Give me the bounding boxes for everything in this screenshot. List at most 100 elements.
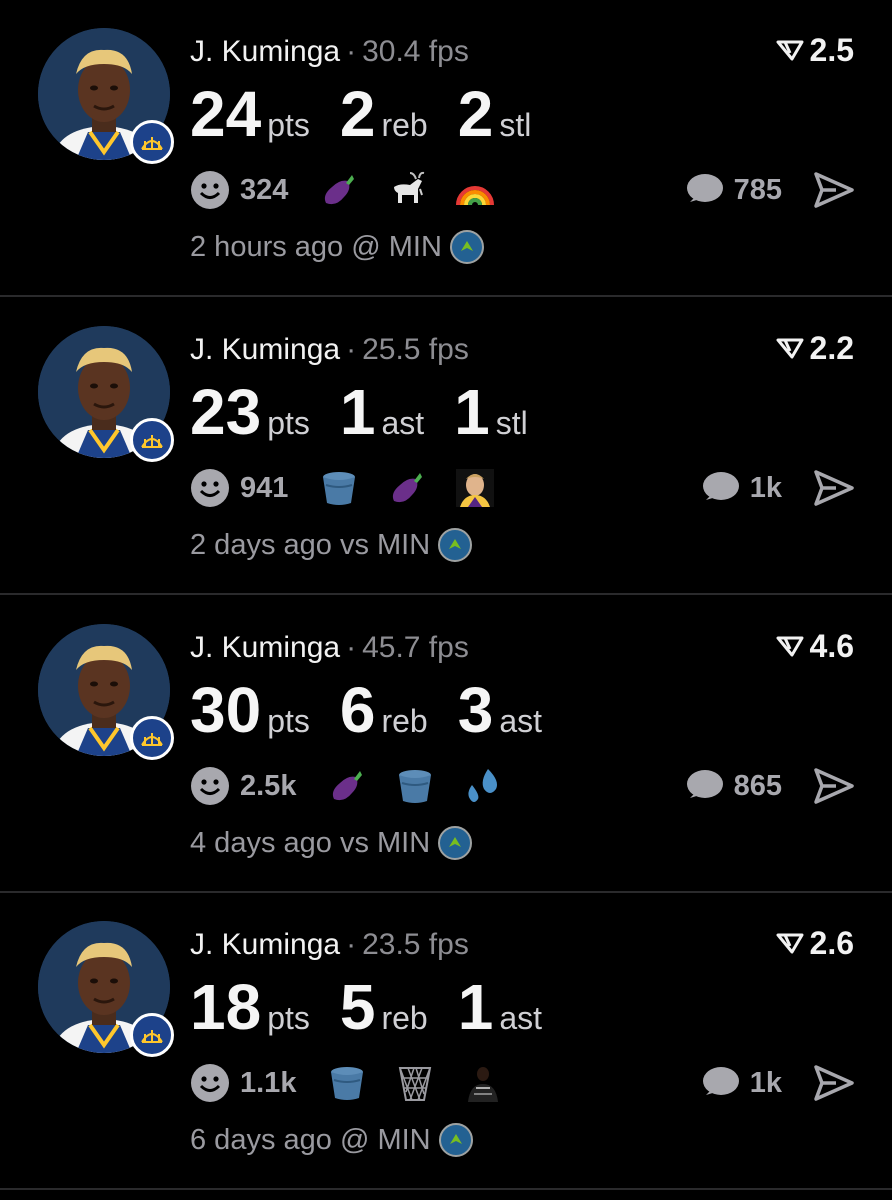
rating-filter-icon [776, 933, 804, 954]
game-time: 6 days ago @ MIN [190, 1123, 431, 1156]
comments-button[interactable]: 1k [700, 464, 782, 512]
share-send-icon[interactable] [812, 466, 856, 510]
rating[interactable]: 2.6 [776, 923, 854, 963]
stat-value: 24 [190, 78, 262, 150]
player-avatar[interactable] [38, 921, 174, 1057]
rating[interactable]: 2.2 [776, 328, 854, 368]
player-avatar[interactable] [38, 624, 174, 760]
post-header: J. Kuminga · 25.5 fps [190, 330, 469, 370]
team-badge-icon [130, 418, 174, 462]
opponent-logo-icon [438, 528, 473, 562]
smiley-icon[interactable] [190, 1063, 230, 1103]
stat-unit: ast [499, 703, 542, 739]
eggplant-icon[interactable] [326, 765, 368, 807]
post-header: J. Kuminga · 45.7 fps [190, 628, 469, 668]
team-badge-icon [130, 1013, 174, 1057]
stat-unit: stl [495, 405, 528, 441]
goat-icon[interactable] [386, 169, 428, 211]
comment-bubble-icon [702, 1067, 739, 1095]
player-face-icon[interactable] [454, 467, 496, 509]
share-send-icon[interactable] [812, 764, 856, 808]
stat-unit: pts [267, 1000, 310, 1036]
stat-unit: pts [267, 703, 310, 739]
bucket-icon[interactable] [394, 765, 436, 807]
comment-count: 1k [749, 1066, 782, 1099]
game-time: 4 days ago vs MIN [190, 826, 431, 859]
player-name[interactable]: J. Kuminga [190, 333, 340, 366]
smiley-icon[interactable] [190, 766, 230, 806]
post-card[interactable]: J. Kuminga · 23.5 fps 2.6 18 pts 5 reb 1 ast … [0, 893, 892, 1190]
stat-value: 30 [190, 674, 262, 746]
post-card[interactable]: J. Kuminga · 45.7 fps 4.6 30 pts 6 reb 3 ast … [0, 596, 892, 893]
stat-value: 6 [339, 674, 376, 746]
rainbow-icon[interactable] [454, 169, 496, 211]
game-meta: 2 days ago vs MIN [190, 528, 473, 562]
rating-filter-icon [776, 40, 804, 61]
stat-line: 30 pts 6 reb 3 ast [190, 674, 572, 746]
comment-bubble-icon [686, 174, 723, 202]
player-avatar[interactable] [38, 326, 174, 462]
stat-unit: reb [381, 1000, 428, 1036]
stat-unit: reb [381, 703, 428, 739]
smiley-icon[interactable] [190, 468, 230, 508]
opponent-logo-icon [438, 1123, 473, 1157]
comments-button[interactable]: 1k [700, 1059, 782, 1107]
comment-count: 785 [733, 173, 782, 206]
reaction-count: 2.5k [240, 769, 297, 802]
stat-value: 1 [457, 971, 494, 1043]
reaction-count: 941 [240, 471, 289, 504]
rating-filter-icon [776, 636, 804, 657]
post-card[interactable]: J. Kuminga · 25.5 fps 2.2 23 pts 1 ast 1 stl … [0, 298, 892, 595]
game-meta: 2 hours ago @ MIN [190, 230, 484, 264]
share-send-icon[interactable] [812, 168, 856, 212]
stat-value: 3 [457, 674, 494, 746]
player-name[interactable]: J. Kuminga [190, 631, 340, 664]
stat-value: 5 [339, 971, 376, 1043]
player-avatar[interactable] [38, 28, 174, 164]
eggplant-icon[interactable] [318, 169, 360, 211]
comments-button[interactable]: 865 [684, 762, 782, 810]
reaction-row: 1.1k [190, 1059, 530, 1107]
post-header: J. Kuminga · 23.5 fps [190, 925, 469, 965]
reaction-count: 1.1k [240, 1066, 297, 1099]
stat-line: 18 pts 5 reb 1 ast [190, 971, 572, 1043]
smiley-icon[interactable] [190, 170, 230, 210]
share-send-icon[interactable] [812, 1061, 856, 1105]
comment-count: 865 [733, 769, 782, 802]
rating-value: 2.5 [809, 32, 854, 68]
player-name[interactable]: J. Kuminga [190, 928, 340, 961]
post-card[interactable]: J. Kuminga · 30.4 fps 2.5 24 pts 2 reb 2 stl … [0, 0, 892, 297]
player-jersey-icon[interactable] [462, 1062, 504, 1104]
reaction-count: 324 [240, 173, 289, 206]
separator-dot: · [346, 35, 357, 68]
rating[interactable]: 2.5 [776, 30, 854, 70]
stat-unit: ast [499, 1000, 542, 1036]
opponent-logo-icon [438, 826, 473, 860]
basketball-net-icon[interactable] [394, 1062, 436, 1104]
fantasy-points: 30.4 fps [362, 35, 469, 68]
fantasy-points: 25.5 fps [362, 333, 469, 366]
stat-value: 18 [190, 971, 262, 1043]
eggplant-icon[interactable] [386, 467, 428, 509]
reaction-row: 2.5k [190, 762, 530, 810]
stat-value: 1 [454, 376, 490, 448]
stat-unit: pts [267, 405, 310, 441]
game-time: 2 days ago vs MIN [190, 528, 431, 561]
stat-unit: pts [267, 107, 310, 143]
separator-dot: · [346, 928, 357, 961]
game-feed: J. Kuminga · 30.4 fps 2.5 24 pts 2 reb 2 stl … [0, 0, 892, 1200]
sweat-drops-icon[interactable] [462, 765, 504, 807]
fantasy-points: 45.7 fps [362, 631, 469, 664]
comment-count: 1k [749, 471, 782, 504]
rating[interactable]: 4.6 [776, 626, 854, 666]
bucket-icon[interactable] [326, 1062, 368, 1104]
stat-unit: stl [499, 107, 532, 143]
player-name[interactable]: J. Kuminga [190, 35, 340, 68]
bucket-icon[interactable] [318, 467, 360, 509]
comments-button[interactable]: 785 [684, 166, 782, 214]
comment-bubble-icon [702, 472, 739, 500]
reaction-row: 941 [190, 464, 522, 512]
stat-line: 24 pts 2 reb 2 stl [190, 78, 561, 150]
stat-unit: ast [381, 405, 425, 441]
team-badge-icon [130, 120, 174, 164]
